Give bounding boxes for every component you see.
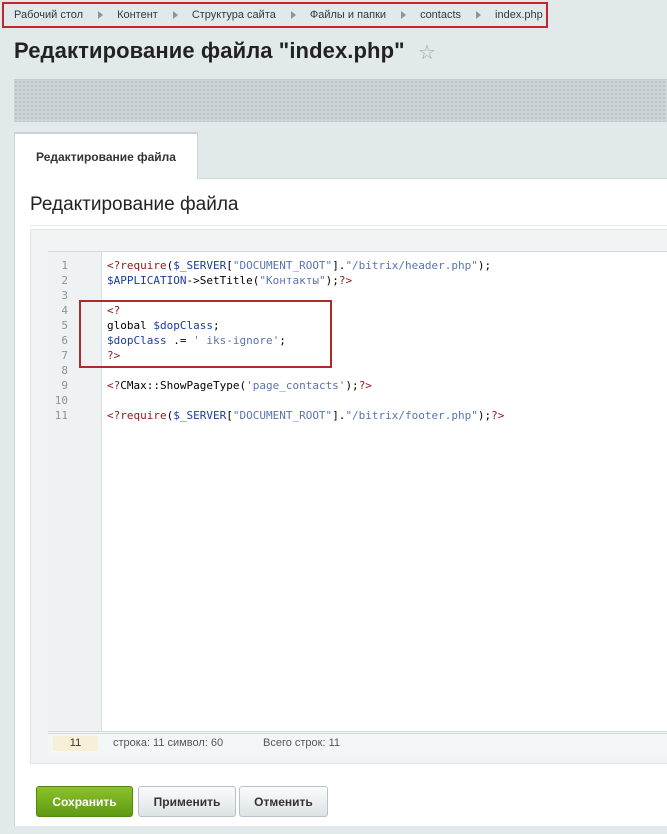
line-number: 11 (54, 409, 68, 422)
apply-button[interactable]: Применить (138, 786, 236, 817)
line-number: 8 (61, 364, 68, 377)
breadcrumb-item-current-file: index.php (495, 9, 543, 21)
code-line[interactable]: <?require($_SERVER["DOCUMENT_ROOT"]."/bi… (107, 258, 491, 273)
breadcrumb-item-site-structure[interactable]: Структура сайта (192, 9, 276, 21)
line-number: 4 (61, 304, 68, 317)
star-icon[interactable]: ☆ (418, 40, 436, 65)
total-lines: Всего строк: 11 (263, 737, 341, 749)
chevron-right-icon (401, 11, 407, 19)
chevron-right-icon (290, 11, 296, 19)
line-number: 1 (61, 259, 68, 272)
cancel-button[interactable]: Отменить (239, 786, 328, 817)
current-line-indicator: 11 (53, 736, 98, 751)
code-line[interactable]: $APPLICATION->SetTitle("Контакты");?> (107, 273, 352, 288)
line-number: 10 (54, 394, 68, 407)
code-line[interactable]: <?CMax::ShowPageType('page_contacts');?> (107, 378, 372, 393)
chevron-right-icon (172, 11, 178, 19)
cursor-position: строка: 11 символ: 60 (113, 737, 224, 749)
line-number: 9 (61, 379, 68, 392)
breadcrumb-item-desktop[interactable]: Рабочий стол (14, 9, 83, 21)
chevron-right-icon (98, 11, 104, 19)
line-number: 5 (61, 319, 68, 332)
code-line[interactable]: ?> (107, 348, 120, 363)
code-line[interactable]: <? (107, 303, 120, 318)
line-number: 7 (61, 349, 68, 362)
section-title: Редактирование файла (30, 194, 239, 215)
code-line[interactable]: $dopClass .= ' iks-ignore'; (107, 333, 286, 348)
breadcrumb: Рабочий стол Контент Структура сайта Фай… (2, 2, 548, 28)
breadcrumb-item-contacts[interactable]: contacts (420, 9, 461, 21)
editor-status-bar: 11 строка: 11 символ: 60 Всего строк: 11 (48, 733, 667, 754)
toolbar-area (14, 79, 667, 122)
chevron-right-icon (476, 11, 482, 19)
code-line[interactable]: <?require($_SERVER["DOCUMENT_ROOT"]."/bi… (107, 408, 504, 423)
section-divider (30, 225, 667, 226)
save-button[interactable]: Сохранить (36, 786, 133, 817)
breadcrumb-item-files-folders[interactable]: Файлы и папки (310, 9, 386, 21)
breadcrumb-item-content[interactable]: Контент (117, 9, 158, 21)
tab-edit-file[interactable]: Редактирование файла (14, 132, 198, 179)
code-line[interactable]: global $dopClass; (107, 318, 220, 333)
page-title: Редактирование файла "index.php" (14, 38, 405, 63)
line-number: 6 (61, 334, 68, 347)
line-number: 2 (61, 274, 68, 287)
line-number: 3 (61, 289, 68, 302)
